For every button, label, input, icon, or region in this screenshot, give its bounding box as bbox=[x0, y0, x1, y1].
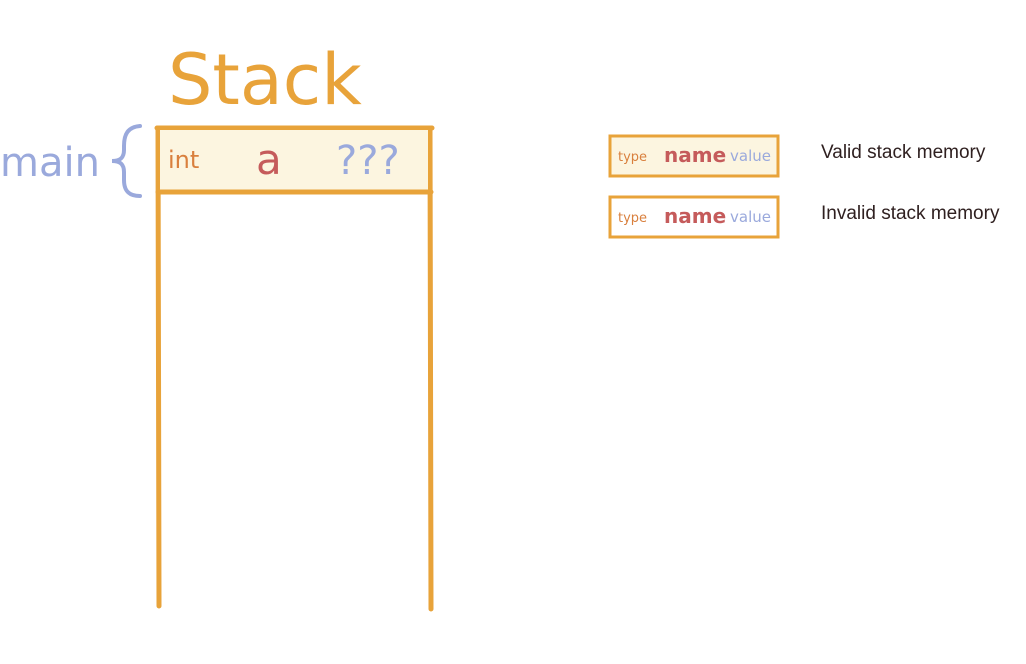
legend-valid-value: value bbox=[730, 147, 771, 165]
frame-type: int bbox=[168, 146, 199, 174]
legend-valid-name: name bbox=[664, 143, 726, 167]
stack-left-wall bbox=[155, 125, 162, 609]
stack-title: Stack bbox=[168, 39, 362, 121]
legend-invalid-description: Invalid stack memory bbox=[821, 203, 1000, 224]
legend-invalid-name: name bbox=[664, 204, 726, 228]
curly-brace-icon bbox=[111, 124, 142, 198]
frame-label-main: main bbox=[0, 140, 100, 186]
legend-valid-description: Valid stack memory bbox=[821, 142, 986, 163]
stack-right-wall bbox=[427, 125, 434, 612]
legend-valid-type: type bbox=[618, 150, 647, 165]
legend-invalid-value: value bbox=[730, 208, 771, 226]
stack-diagram: Stack int a ??? main type name value typ… bbox=[0, 39, 780, 612]
legend-invalid-type: type bbox=[618, 211, 647, 226]
frame-value: ??? bbox=[336, 138, 400, 184]
frame-name: a bbox=[256, 135, 282, 184]
